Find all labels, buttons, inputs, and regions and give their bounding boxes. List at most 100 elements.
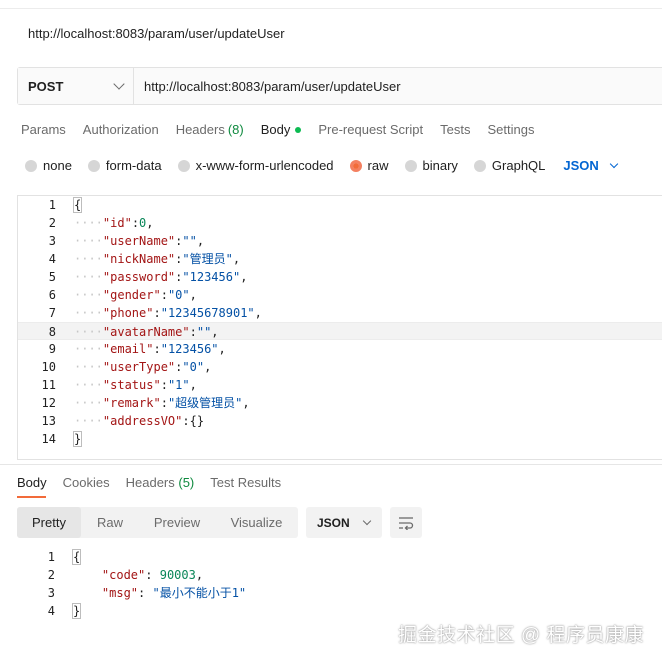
radio-button[interactable] <box>25 159 37 172</box>
body-type-none[interactable]: none <box>25 158 72 173</box>
tab-params[interactable]: Params <box>21 122 66 137</box>
json-comma: , <box>242 396 250 410</box>
json-value: "1" <box>167 378 190 392</box>
line-code: "msg": "最小不能小于1" <box>73 584 246 602</box>
json-key: "msg" <box>101 586 139 600</box>
response-tab-test-results[interactable]: Test Results <box>210 475 281 490</box>
response-format-select[interactable]: JSON <box>306 507 382 538</box>
json-colon: : <box>138 586 153 600</box>
response-tab-body[interactable]: Body <box>17 475 47 490</box>
json-colon: : <box>160 378 168 392</box>
body-type-graphql[interactable]: GraphQL <box>473 158 545 173</box>
json-key: "phone" <box>102 306 154 320</box>
json-value: "管理员" <box>182 252 233 266</box>
active-tab-underline <box>17 496 46 498</box>
json-colon: : <box>160 288 168 302</box>
chevron-down-icon <box>362 516 371 525</box>
indent-guide: ···· <box>74 342 103 356</box>
view-raw[interactable]: Raw <box>81 507 139 538</box>
format-label: JSON <box>317 515 350 530</box>
json-comma: , <box>189 288 197 302</box>
response-tabs: Body Cookies Headers (5) Test Results <box>17 475 297 490</box>
line-number: 3 <box>48 234 56 248</box>
code-line: 1{ <box>18 196 662 214</box>
tab-tests[interactable]: Tests <box>440 122 470 137</box>
radio-button[interactable] <box>404 159 417 172</box>
view-pretty[interactable]: Pretty <box>17 507 81 538</box>
json-key: "status" <box>102 378 161 392</box>
response-tab-cookies[interactable]: Cookies <box>63 475 110 490</box>
json-value: "" <box>196 325 212 339</box>
tab-body[interactable]: Body <box>261 122 302 137</box>
radio-label: x-www-form-urlencoded <box>195 158 334 173</box>
response-body-viewer[interactable]: 1{2 "code": 90003, 3 "msg": "最小不能小于1" 4} <box>17 548 662 624</box>
request-tabs: Params Authorization Headers (8) Body Pre… <box>21 122 551 137</box>
code-line: 7 ····"phone":"12345678901", <box>18 304 662 322</box>
tab-headers[interactable]: Headers (8) <box>176 122 244 137</box>
line-number: 9 <box>48 342 56 356</box>
json-key: "id" <box>102 216 132 230</box>
json-colon: : <box>160 396 168 410</box>
code-line: 3 "msg": "最小不能小于1" <box>17 584 662 602</box>
code-line: 2 ····"id":0, <box>18 214 662 232</box>
body-indicator-dot <box>295 126 302 133</box>
line-code: } <box>71 602 82 620</box>
line-code: ····"remark":"超级管理员", <box>74 394 250 412</box>
indent-guide: ···· <box>74 252 103 266</box>
body-type-urlencoded[interactable]: x-www-form-urlencoded <box>177 158 334 173</box>
code-line: 6 ····"gender":"0", <box>18 286 662 304</box>
json-key: "userName" <box>102 234 176 248</box>
line-code: ····"avatarName":"", <box>74 323 219 341</box>
request-body-editor[interactable]: 1{2 ····"id":0, 3 ····"userName":"", 4 ····"n… <box>17 195 662 460</box>
url-input[interactable]: http://localhost:8083/param/user/updateU… <box>134 68 662 104</box>
line-code: ····"email":"123456", <box>74 340 226 358</box>
json-comma: , <box>218 342 226 356</box>
line-number: 4 <box>47 604 55 618</box>
view-preview[interactable]: Preview <box>139 507 215 538</box>
tab-settings[interactable]: Settings <box>487 122 534 137</box>
json-brace: { <box>71 549 82 565</box>
tab-label: Authorization <box>82 122 159 137</box>
line-number: 4 <box>48 252 56 266</box>
body-type-form-data[interactable]: form-data <box>87 158 162 173</box>
watermark: 掘金技术社区 @ 程序员康康 <box>398 625 644 646</box>
tab-label: Body <box>17 475 47 490</box>
wrap-lines-button[interactable] <box>390 507 422 538</box>
radio-button[interactable] <box>87 159 100 172</box>
tab-pre-request-script[interactable]: Pre-request Script <box>318 122 423 137</box>
body-type-raw[interactable]: raw <box>349 158 389 173</box>
window-top-edge <box>0 0 662 9</box>
radio-button[interactable] <box>177 159 190 172</box>
format-label: JSON <box>563 158 599 173</box>
json-comma: , <box>195 568 204 582</box>
method-select[interactable]: POST <box>18 68 134 104</box>
request-title[interactable]: http://localhost:8083/param/user/updateU… <box>28 26 285 41</box>
json-value: "0" <box>167 288 190 302</box>
radio-button-selected[interactable] <box>349 159 362 172</box>
json-comma: , <box>196 234 205 248</box>
json-value: "123456" <box>182 270 241 284</box>
indent-guide <box>73 586 102 600</box>
line-code: ····"userType":"0", <box>74 358 211 376</box>
line-number: 13 <box>41 414 56 428</box>
body-format-select[interactable]: JSON <box>563 158 619 173</box>
line-code: ····"gender":"0", <box>74 286 197 304</box>
line-number: 1 <box>48 198 56 212</box>
indent-guide: ···· <box>74 414 103 428</box>
indent-guide: ···· <box>74 360 103 374</box>
indent-guide: ···· <box>74 234 103 248</box>
radio-button[interactable] <box>473 159 486 172</box>
response-divider[interactable] <box>0 464 662 465</box>
tab-authorization[interactable]: Authorization <box>83 122 159 137</box>
view-visualize[interactable]: Visualize <box>215 507 298 538</box>
line-number: 1 <box>47 550 55 564</box>
radio-label: raw <box>367 158 389 173</box>
body-type-binary[interactable]: binary <box>404 158 458 173</box>
json-key: "gender" <box>102 288 161 302</box>
tab-label: Test Results <box>210 475 282 490</box>
response-tab-headers[interactable]: Headers (5) <box>126 475 195 490</box>
line-code: { <box>71 548 82 566</box>
indent-guide: ···· <box>74 396 103 410</box>
indent-guide <box>73 568 102 582</box>
tab-label: Body <box>260 122 291 137</box>
